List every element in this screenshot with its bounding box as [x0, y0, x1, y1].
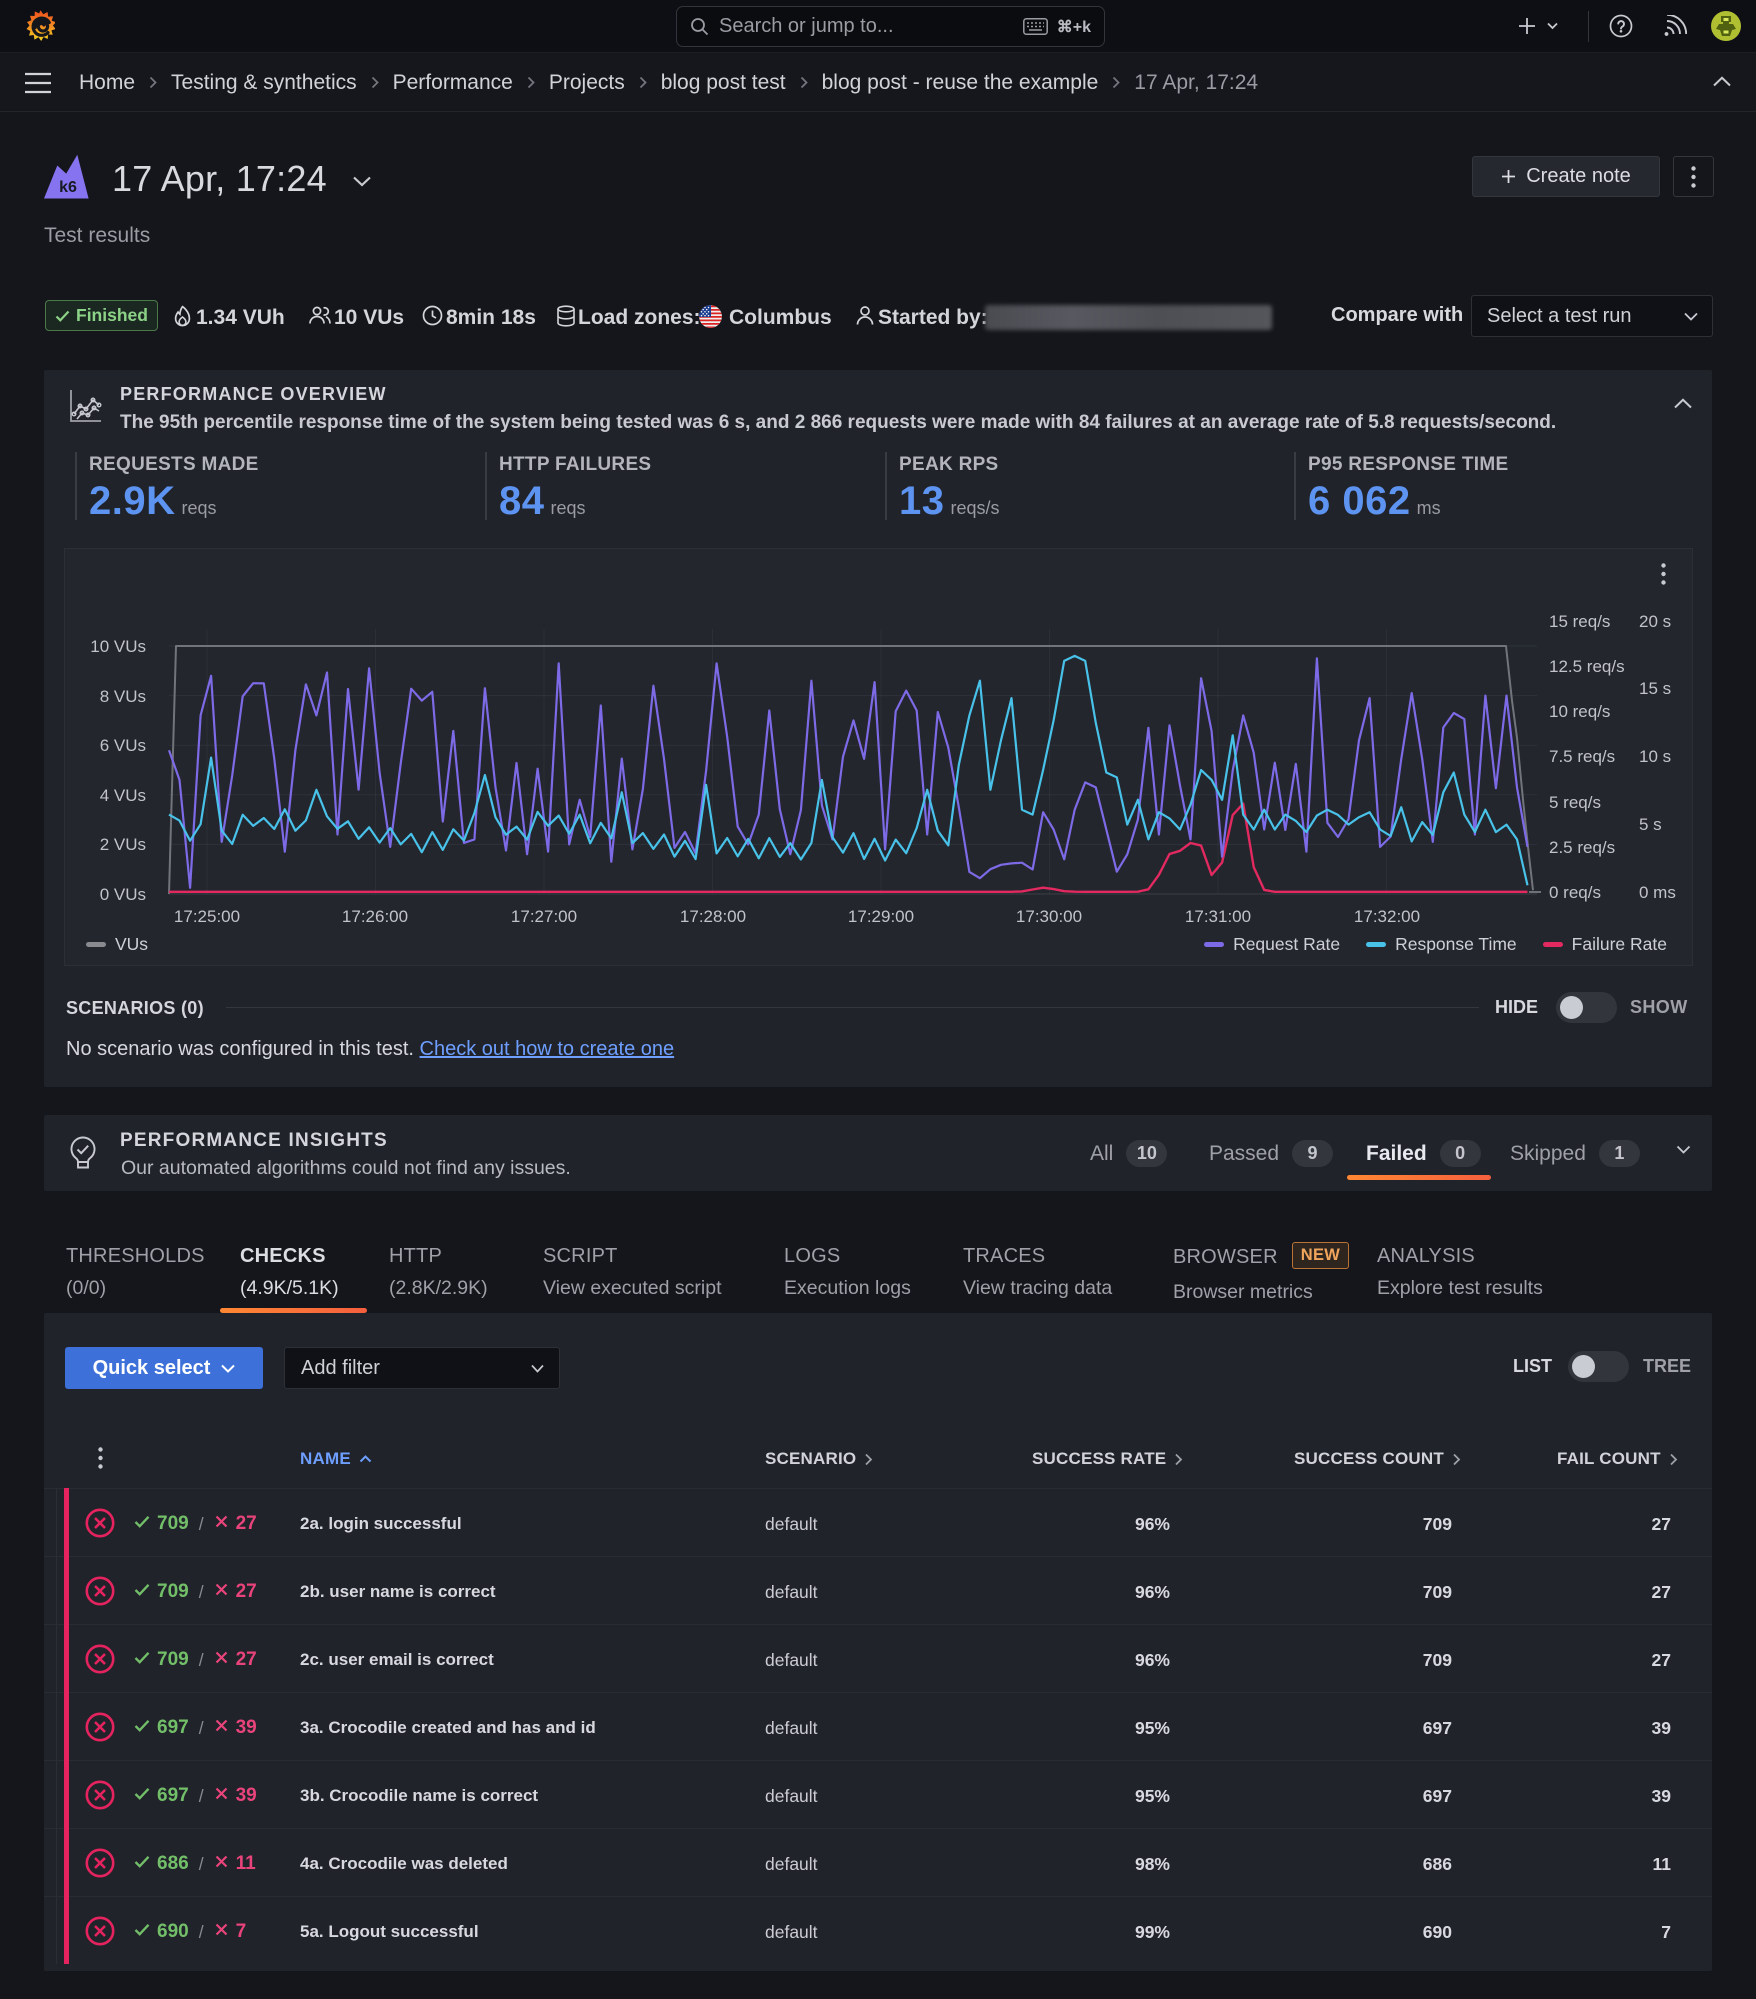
svg-text:k6: k6: [59, 179, 77, 196]
